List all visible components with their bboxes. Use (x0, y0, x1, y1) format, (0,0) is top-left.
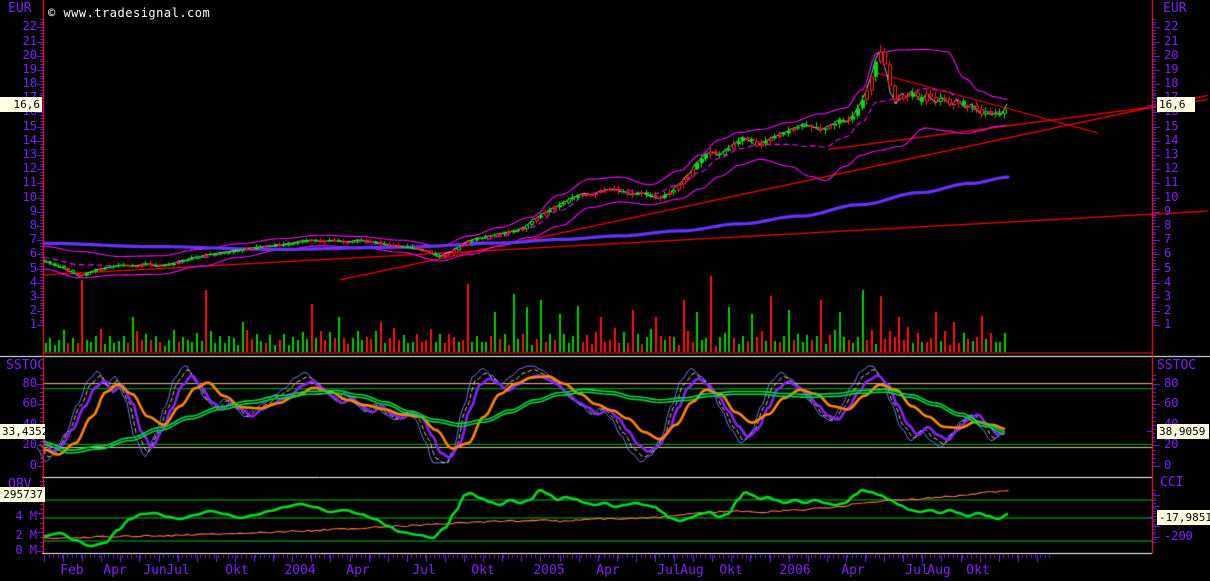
price-tick-right-15: 15 (1164, 118, 1179, 133)
price-tick-left-18: 18 (22, 76, 37, 91)
time-label-0-Feb: Feb (60, 563, 84, 578)
time-label-1-Apr: Apr (103, 563, 127, 578)
price-tick-left-12: 12 (22, 161, 37, 176)
price-tick-left-6: 6 (29, 246, 37, 261)
price-tick-left-2: 2 (29, 303, 37, 318)
tradesignal-chart-window: © www.tradesignal.com EUR EUR 22 21 20 19 18… (0, 0, 1210, 581)
time-label-5-2004: 2004 (284, 563, 316, 578)
sstoc-label-right: SSTOC (1157, 358, 1197, 373)
sstoc-tick-right-0: 0 (1164, 458, 1172, 472)
time-label-12-Aug: Aug (680, 563, 704, 578)
price-tick-left-10: 10 (22, 189, 37, 204)
sstoc-value-left: 33,4352 (0, 424, 49, 439)
time-label-13-Okt: Okt (719, 563, 743, 578)
sstoc-tick-right-60: 60 (1164, 396, 1179, 411)
time-label-15-Apr: Apr (841, 563, 865, 578)
price-tick-right-11: 11 (1164, 175, 1179, 190)
price-tick-right-12: 12 (1164, 161, 1179, 176)
price-tick-left-7: 7 (29, 232, 37, 247)
sstoc-tick-right-80: 80 (1164, 375, 1179, 390)
time-label-11-Jul: Jul (657, 563, 681, 578)
copyright-text: © www.tradesignal.com (48, 6, 211, 20)
obv-tick-0M: 0 M (15, 543, 37, 557)
time-label-16-Jul: Jul (905, 563, 929, 578)
price-tick-right-3: 3 (1164, 288, 1172, 303)
price-tick-right-21: 21 (1164, 33, 1179, 48)
time-label-17-Aug: Aug (927, 563, 951, 578)
price-tick-left-3: 3 (29, 288, 37, 303)
cci-value-label: -17,9851 (1157, 510, 1210, 525)
time-label-10-Apr: Apr (596, 563, 620, 578)
chart-canvas[interactable] (0, 0, 1210, 581)
obv-value-label: 295737 (0, 487, 45, 502)
time-label-4-Okt: Okt (225, 563, 249, 578)
price-tick-right-14: 14 (1164, 132, 1179, 147)
price-tick-right-7: 7 (1164, 232, 1172, 247)
time-label-3-Jul: Jul (166, 563, 190, 578)
current-price-label-left: 16,6 (0, 97, 42, 112)
price-tick-right-2: 2 (1164, 303, 1172, 318)
obv-tick-4M: 4 M (15, 509, 37, 523)
price-tick-left-9: 9 (29, 203, 37, 218)
sstoc-tick-left-0: 0 (29, 458, 37, 472)
sstoc-tick-left-20: 20 (22, 437, 37, 452)
price-tick-left-13: 13 (22, 147, 37, 162)
current-price-label-right: 16,6 (1157, 97, 1195, 112)
left-price-axis-label: EUR (8, 1, 32, 16)
price-tick-right-13: 13 (1164, 147, 1179, 162)
time-label-6-Apr: Apr (346, 563, 370, 578)
time-label-7-Jul: Jul (412, 563, 436, 578)
price-tick-left-21: 21 (22, 33, 37, 48)
price-tick-right-20: 20 (1164, 47, 1179, 62)
price-tick-left-22: 22 (22, 19, 37, 34)
sstoc-value-right: 38,9059 (1157, 424, 1209, 439)
price-tick-right-8: 8 (1164, 217, 1172, 232)
price-tick-right-4: 4 (1164, 274, 1172, 289)
price-tick-left-19: 19 (22, 61, 37, 76)
time-label-18-Okt: Okt (966, 563, 990, 578)
sstoc-tick-left-60: 60 (22, 396, 37, 411)
obv-tick-2M: 2 M (15, 528, 37, 542)
price-tick-left-20: 20 (22, 47, 37, 62)
price-tick-right-5: 5 (1164, 260, 1172, 275)
price-tick-right-19: 19 (1164, 61, 1179, 76)
price-tick-left-5: 5 (29, 260, 37, 275)
time-label-14-2006: 2006 (779, 563, 811, 578)
sstoc-label-left: SSTOC (6, 358, 46, 373)
cci-label: CCI (1160, 475, 1184, 490)
price-tick-right-18: 18 (1164, 76, 1179, 91)
price-tick-right-10: 10 (1164, 189, 1179, 204)
time-label-8-Okt: Okt (471, 563, 495, 578)
right-price-axis-label: EUR (1163, 1, 1187, 16)
time-label-2-Jun: Jun (143, 563, 167, 578)
sstoc-tick-left-80: 80 (22, 375, 37, 390)
price-tick-right-1: 1 (1164, 317, 1172, 332)
sstoc-tick-right-20: 20 (1164, 437, 1179, 452)
price-tick-left-14: 14 (22, 132, 37, 147)
price-tick-right-9: 9 (1164, 203, 1172, 218)
price-tick-left-1: 1 (29, 317, 37, 332)
price-tick-left-8: 8 (29, 217, 37, 232)
price-tick-right-6: 6 (1164, 246, 1172, 261)
cci-tick-minus200: -200 (1164, 529, 1193, 543)
time-label-9-2005: 2005 (533, 563, 565, 578)
price-tick-left-4: 4 (29, 274, 37, 289)
price-tick-right-22: 22 (1164, 19, 1179, 34)
price-tick-left-11: 11 (22, 175, 37, 190)
price-tick-left-15: 15 (22, 118, 37, 133)
